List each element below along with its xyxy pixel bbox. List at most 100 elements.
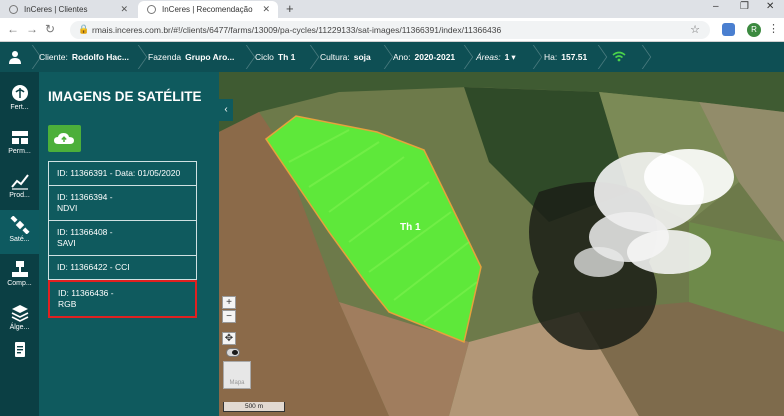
browser-tab-recomendacao[interactable]: InCeres | Recomendação ✕	[138, 1, 278, 18]
compaction-icon	[11, 261, 28, 277]
ha-value: 157.51	[561, 52, 588, 62]
chevron-down-icon: ▾	[511, 52, 516, 62]
clipboard-icon	[14, 342, 25, 357]
cloud-upload-icon	[54, 133, 74, 144]
translate-extension-icon[interactable]	[722, 23, 735, 36]
satellite-image-list: ID: 11366391 - Data: 01/05/2020 ID: 1136…	[48, 161, 197, 318]
nav-satelite[interactable]: Saté...	[0, 210, 39, 254]
left-nav: Fert... Perm... Prod... Saté... Comp... …	[0, 72, 39, 416]
header-year[interactable]: Ano: 2020-2021	[393, 52, 455, 62]
image-id-text: ID: 11366422 - CCI	[57, 262, 130, 272]
nav-label: Prod...	[9, 192, 30, 199]
cycle-value: Th 1	[277, 52, 296, 62]
crop-value: soja	[353, 52, 371, 62]
year-value: 2020-2021	[414, 52, 456, 62]
url-text: rmais.inceres.com.br/#!/clients/6477/far…	[92, 25, 502, 35]
year-label: Ano:	[393, 52, 411, 62]
header-client[interactable]: Cliente: Rodolfo Hac...	[39, 52, 129, 62]
client-label: Cliente:	[39, 52, 68, 62]
farm-value: Grupo Aro...	[185, 52, 235, 62]
image-id-text: ID: 11366391 - Data: 01/05/2020	[57, 168, 181, 178]
collapse-panel-button[interactable]: ‹	[219, 99, 233, 121]
browser-menu-icon[interactable]: ⋮	[768, 22, 779, 35]
nav-produtividade[interactable]: Prod...	[0, 166, 39, 210]
scale-bar: 500 m	[223, 402, 285, 412]
header-separator	[458, 42, 468, 72]
header-separator	[636, 42, 646, 72]
pan-move-button[interactable]: ✥	[222, 332, 236, 345]
trend-chart-icon	[10, 174, 29, 190]
upload-button[interactable]	[48, 125, 81, 152]
user-icon[interactable]	[9, 50, 21, 64]
header-crop[interactable]: Cultura: soja	[320, 52, 371, 62]
lock-icon: 🔒	[78, 24, 90, 34]
header-cycle[interactable]: Ciclo Th 1	[255, 52, 295, 62]
nav-fertilidade[interactable]: Fert...	[0, 78, 39, 122]
nav-label: Álge...	[9, 324, 30, 331]
header-separator	[240, 42, 250, 72]
image-list-item[interactable]: ID: 11366394 - NDVI	[48, 186, 197, 221]
image-id-text: ID: 11366436 -	[58, 288, 114, 298]
field-label[interactable]: Th 1	[400, 222, 421, 233]
image-type-text: NDVI	[57, 203, 78, 213]
new-tab-button[interactable]: +	[286, 1, 294, 16]
image-id-text: ID: 11366394 -	[57, 192, 113, 202]
header-areas[interactable]: Áreas: 1 ▾	[476, 52, 516, 63]
nav-label: Comp...	[7, 280, 32, 287]
image-list-item[interactable]: ID: 11366408 - SAVI	[48, 221, 197, 256]
areas-value: 1	[504, 52, 510, 62]
zoom-in-button[interactable]: +	[222, 296, 236, 309]
chevron-left-icon: ‹	[224, 104, 228, 115]
nav-documents[interactable]	[0, 334, 39, 378]
header-separator	[132, 42, 142, 72]
window-close-button[interactable]: ✕	[766, 1, 774, 12]
header-separator	[26, 42, 36, 72]
header-hectares: Ha: 157.51	[544, 52, 587, 62]
url-field[interactable]: 🔒 rmais.inceres.com.br/#!/clients/6477/f…	[70, 21, 710, 39]
nav-compactacao[interactable]: Comp...	[0, 254, 39, 298]
header-separator	[378, 42, 388, 72]
areas-label: Áreas:	[476, 52, 501, 62]
minimap-thumbnail[interactable]: Mapa	[223, 361, 251, 389]
header-farm[interactable]: Fazenda Grupo Aro...	[148, 52, 234, 62]
header-separator	[592, 42, 602, 72]
image-list-item[interactable]: ID: 11366422 - CCI	[48, 256, 197, 280]
tab-favicon-icon	[147, 5, 156, 14]
back-arrow-icon[interactable]: ←	[7, 22, 19, 36]
image-list-item-selected[interactable]: ID: 11366436 - RGB	[48, 280, 197, 318]
profile-avatar[interactable]: R	[747, 23, 761, 37]
tab-close-icon[interactable]: ✕	[262, 4, 270, 15]
layer-toggle-switch[interactable]	[226, 348, 240, 357]
nav-permeabilidade[interactable]: Perm...	[0, 122, 39, 166]
map-imagery	[219, 72, 784, 416]
app-header: Cliente: Rodolfo Hac... Fazenda Grupo Aro.…	[0, 42, 784, 72]
browser-tab-bar: InCeres | Clientes ✕ InCeres | Recomenda…	[0, 0, 784, 18]
ha-label: Ha:	[544, 52, 558, 62]
tab-close-icon[interactable]: ✕	[120, 4, 128, 15]
cycle-label: Ciclo	[255, 52, 274, 62]
move-arrows-icon: ✥	[224, 333, 234, 344]
client-value: Rodolfo Hac...	[71, 52, 129, 62]
tab-favicon-icon	[9, 5, 18, 14]
satellite-panel: IMAGENS DE SATÉLITE ID: 11366391 - Data:…	[39, 72, 219, 416]
fertility-icon	[11, 85, 28, 101]
nav-label: Fert...	[10, 104, 29, 111]
stack-layers-icon	[11, 305, 28, 322]
image-id-text: ID: 11366408 -	[57, 227, 113, 237]
zoom-out-button[interactable]: −	[222, 310, 236, 323]
satellite-map[interactable]: Th 1	[219, 72, 784, 416]
minimize-button[interactable]: –	[713, 1, 719, 12]
reload-icon[interactable]: ↻	[45, 22, 55, 36]
image-type-text: RGB	[58, 299, 77, 309]
address-bar: ← → ↻ 🔒 rmais.inceres.com.br/#!/clients/…	[0, 18, 784, 42]
image-type-text: SAVI	[57, 238, 76, 248]
restore-button[interactable]: ❐	[740, 1, 749, 12]
satellite-icon	[9, 216, 30, 234]
forward-arrow-icon[interactable]: →	[26, 22, 38, 36]
bookmark-star-icon[interactable]: ☆	[690, 23, 700, 36]
nav-label: Perm...	[8, 148, 31, 155]
image-list-item[interactable]: ID: 11366391 - Data: 01/05/2020	[48, 161, 197, 186]
panel-title: IMAGENS DE SATÉLITE	[48, 89, 202, 104]
crop-label: Cultura:	[320, 52, 350, 62]
browser-tab-clientes[interactable]: InCeres | Clientes ✕	[0, 1, 136, 18]
